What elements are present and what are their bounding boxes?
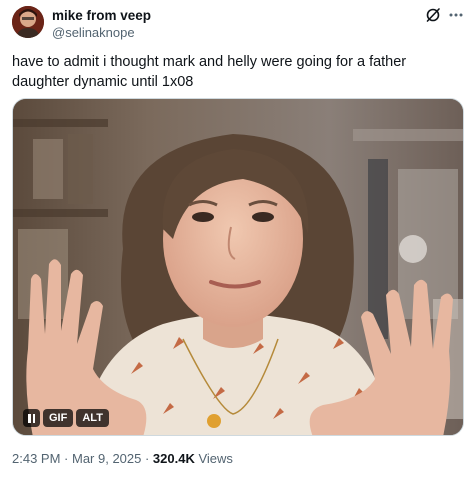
tweet-card: mike from veep @selinaknope have to admi…	[0, 0, 474, 477]
pause-icon	[28, 413, 35, 423]
meta-separator: ·	[60, 451, 72, 466]
author-handle[interactable]: @selinaknope	[52, 25, 135, 40]
gif-badge: GIF	[43, 409, 74, 427]
avatar[interactable]	[12, 6, 44, 38]
gif-frame-image	[13, 99, 463, 435]
avatar-image	[12, 6, 44, 38]
tweet-text: have to admit i thought mark and helly w…	[12, 54, 407, 90]
tweet-meta: 2:43 PM · Mar 9, 2025 · 320.4K Views	[12, 451, 233, 466]
more-icon[interactable]	[447, 7, 465, 23]
author-display-name[interactable]: mike from veep	[52, 8, 151, 23]
meta-separator: ·	[141, 451, 153, 466]
media-badges: GIF ALT	[23, 409, 109, 427]
grok-icon[interactable]	[425, 7, 441, 23]
views-label: Views	[194, 451, 233, 466]
tweet-date[interactable]: Mar 9, 2025	[72, 451, 141, 466]
tweet-time[interactable]: 2:43 PM	[12, 451, 60, 466]
views-count: 320.4K	[152, 451, 195, 466]
alt-badge[interactable]: ALT	[76, 409, 109, 427]
gif-media[interactable]: GIF ALT	[12, 98, 464, 436]
pause-button[interactable]	[23, 409, 40, 427]
